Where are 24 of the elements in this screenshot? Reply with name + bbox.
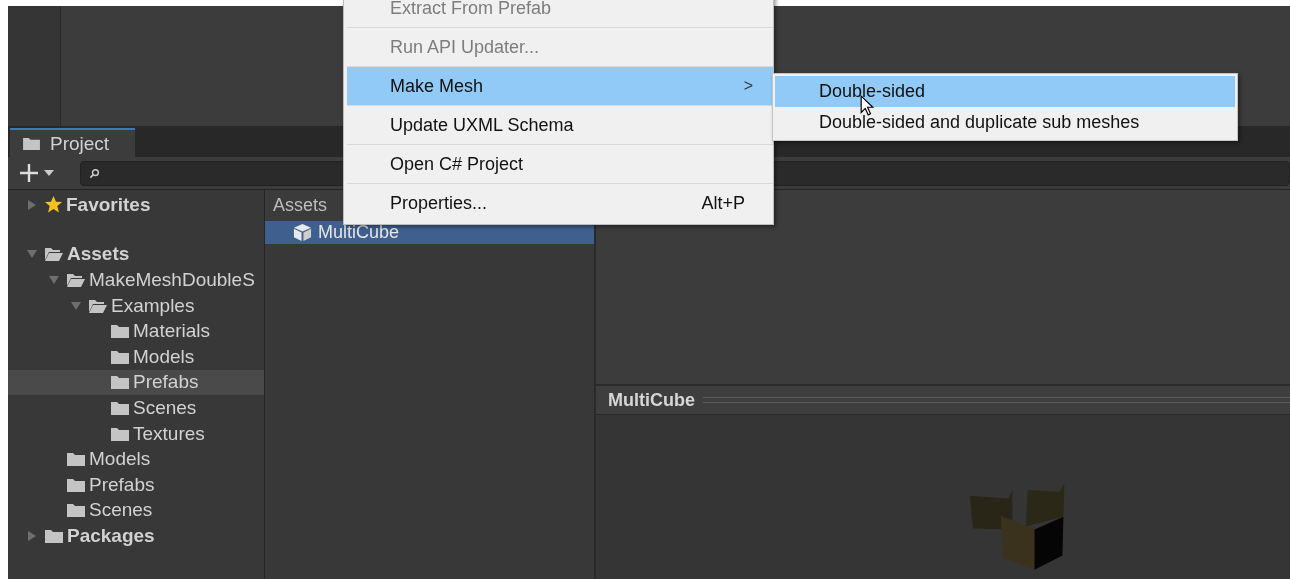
menu-item-label: Update UXML Schema — [390, 114, 574, 136]
tree-item-label: MakeMeshDoubleS — [89, 269, 255, 291]
asset-label: MultiCube — [318, 222, 400, 243]
tree-item-label: Textures — [133, 422, 205, 445]
tree-item-label: Scenes — [89, 499, 153, 522]
tree-item-label: Favorites — [66, 193, 151, 216]
tree-item-label: Prefabs — [89, 473, 155, 496]
menu-item-label: Open C# Project — [390, 153, 524, 175]
tab-label: Project — [50, 132, 110, 155]
menu-item-label: Extract From Prefab — [390, 0, 552, 19]
tree-item-label: Materials — [133, 320, 211, 343]
tree-item-label: Models — [133, 345, 195, 368]
shortcut-label: Alt+P — [701, 192, 745, 214]
tree-item-label: Examples — [111, 294, 195, 317]
tree-item-label: Packages — [67, 524, 155, 547]
menu-item-label: Make Mesh — [390, 75, 484, 97]
tree-item-label: Scenes — [133, 396, 197, 419]
submenu-arrow: > — [743, 77, 753, 95]
tree-item-label: Assets — [67, 243, 130, 266]
menu-item-label: Run API Updater... — [390, 36, 540, 58]
menu-item-label: Properties... — [390, 192, 488, 214]
tree-item-label: Models — [89, 448, 151, 471]
preview-title: MultiCube — [608, 389, 695, 411]
tree-item-label: Prefabs — [133, 371, 199, 394]
